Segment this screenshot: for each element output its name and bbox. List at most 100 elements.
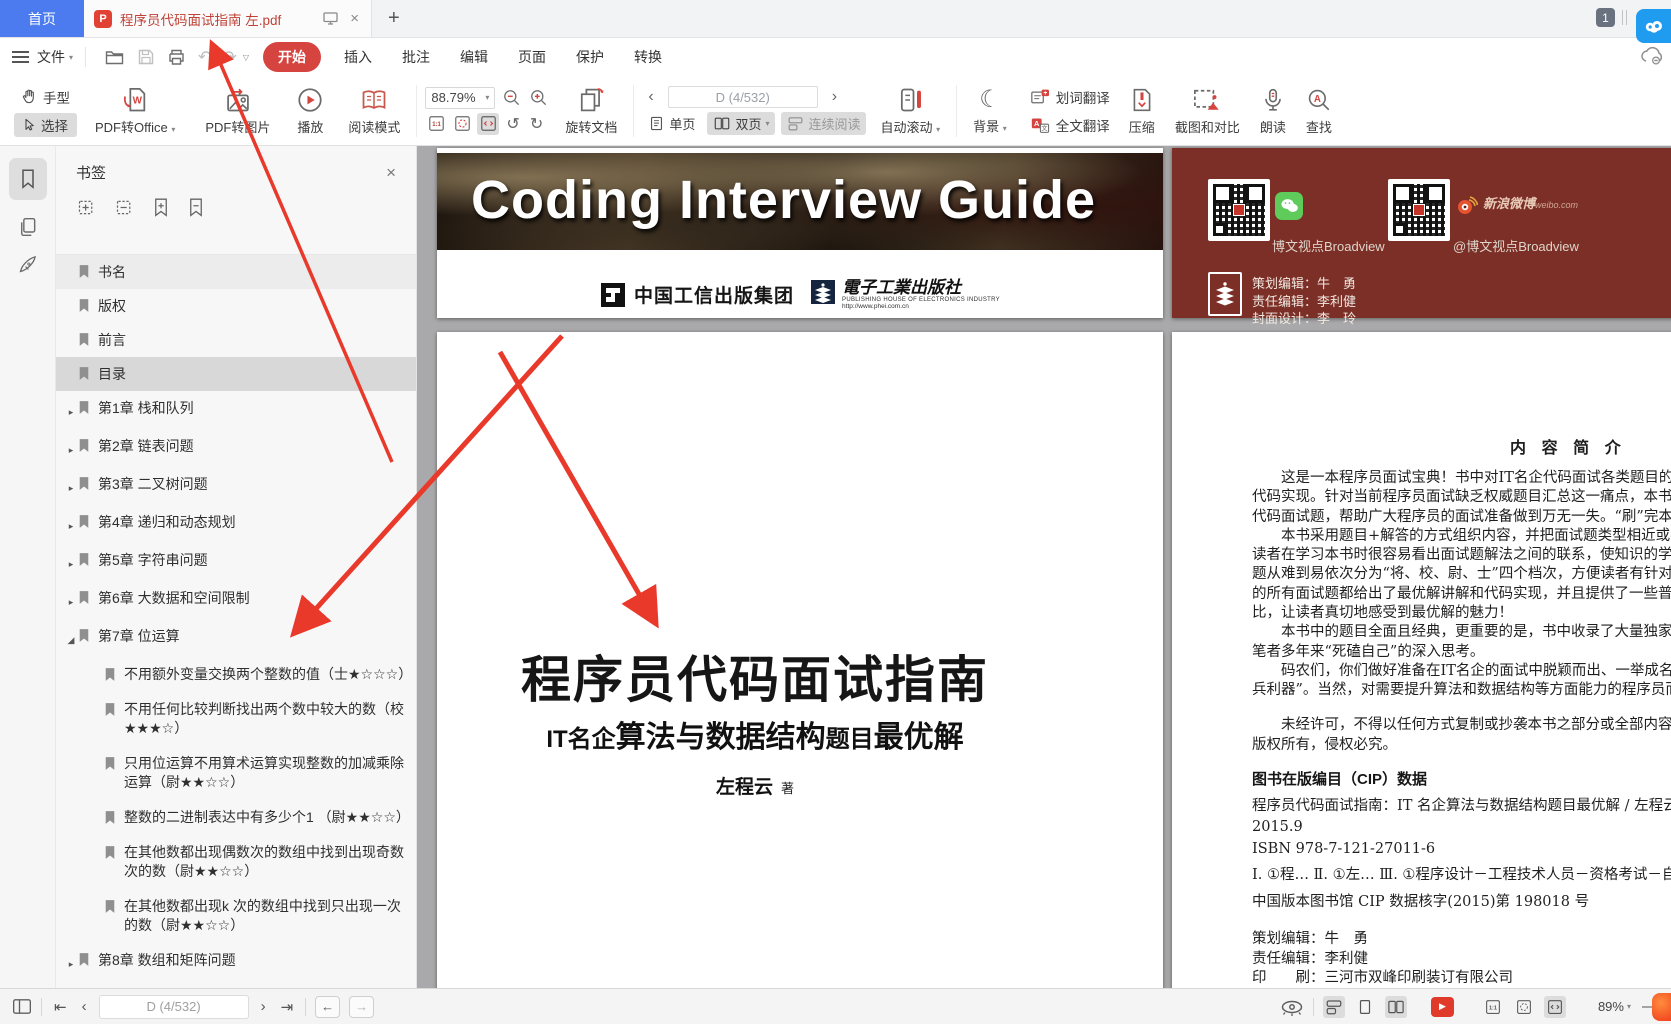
- more-actions-icon[interactable]: ▽: [243, 53, 249, 62]
- menu-tab-start[interactable]: 开始: [263, 42, 321, 72]
- bookmark-item[interactable]: 目录: [56, 357, 416, 391]
- close-panel-icon[interactable]: ×: [386, 163, 396, 183]
- redo-icon[interactable]: ↷: [223, 47, 236, 67]
- compress-button[interactable]: 压缩: [1121, 84, 1163, 138]
- pdf-to-image-button[interactable]: PDF转图片: [197, 84, 278, 138]
- rotate-left-icon[interactable]: ↺: [503, 114, 522, 134]
- bookmark-item[interactable]: 整数的二进制表达中有多少个1 （尉★★☆☆）: [56, 800, 416, 835]
- bookmark-item[interactable]: ▸第8章 数组和矩阵问题: [56, 943, 416, 981]
- bookmark-item[interactable]: ▸第4章 递归和动态规划: [56, 505, 416, 543]
- remove-bookmark-icon[interactable]: [187, 197, 205, 218]
- actual-size-icon[interactable]: 1:1: [1482, 996, 1504, 1018]
- read-aloud-button[interactable]: 朗读: [1252, 84, 1294, 138]
- actual-size-icon[interactable]: 1:1: [425, 113, 447, 135]
- file-menu[interactable]: 文件: [37, 47, 65, 67]
- word-translate-button[interactable]: 划词翻译: [1023, 85, 1117, 109]
- bookmark-item[interactable]: ▸第1章 栈和队列: [56, 391, 416, 429]
- select-tool-button[interactable]: 选择: [14, 113, 77, 137]
- expand-arrow-icon[interactable]: ▸: [64, 512, 78, 536]
- new-tab-button[interactable]: +: [372, 0, 416, 37]
- auto-scroll-button[interactable]: 自动滚动 ▾: [872, 84, 948, 138]
- cloud-sync-icon[interactable]: [1639, 46, 1665, 66]
- menu-tab-protect[interactable]: 保护: [561, 42, 619, 72]
- fit-page-icon[interactable]: [451, 113, 473, 135]
- next-page-icon[interactable]: ›: [826, 88, 843, 106]
- bookmark-item[interactable]: 在其他数都出现偶数次的数组中找到出现奇数次的数（尉★★☆☆）: [56, 835, 416, 889]
- zoom-level[interactable]: 89%▾: [1598, 999, 1631, 1014]
- hamburger-menu-icon[interactable]: [12, 51, 29, 63]
- expand-all-icon[interactable]: [76, 197, 97, 218]
- expand-arrow-icon[interactable]: ▸: [64, 588, 78, 612]
- expand-arrow-icon[interactable]: ▸: [64, 398, 78, 422]
- menu-tab-comment[interactable]: 批注: [387, 42, 445, 72]
- double-page-layout-icon[interactable]: [1385, 996, 1407, 1018]
- page-number-input[interactable]: D (4/532): [99, 995, 249, 1019]
- pdf-to-office-button[interactable]: W PDF转Office ▾: [87, 84, 183, 138]
- view-back-icon[interactable]: ←: [315, 996, 340, 1018]
- expand-arrow-icon[interactable]: ▸: [64, 474, 78, 498]
- single-page-button[interactable]: 单页: [642, 112, 701, 135]
- double-page-button[interactable]: 双页 ▾: [707, 112, 775, 135]
- document-tab[interactable]: P 程序员代码面试指南 左.pdf ×: [84, 0, 372, 37]
- continuous-layout-icon[interactable]: [1323, 996, 1345, 1018]
- fit-width-icon[interactable]: [1544, 996, 1566, 1018]
- bookmark-item[interactable]: 不用任何比较判断找出两个数中较大的数（校★★★☆）: [56, 692, 416, 746]
- document-view[interactable]: Coding Interview Guide 中国工信出版集团 電子工業出版社 …: [417, 146, 1671, 988]
- expand-arrow-icon[interactable]: ▸: [64, 950, 78, 974]
- menu-tab-insert[interactable]: 插入: [329, 42, 387, 72]
- next-page-icon[interactable]: ›: [258, 998, 269, 1015]
- rotate-document-button[interactable]: 旋转文档: [557, 84, 625, 138]
- print-icon[interactable]: [168, 49, 185, 65]
- collapse-all-icon[interactable]: [114, 197, 135, 218]
- menu-tab-page[interactable]: 页面: [503, 42, 561, 72]
- bookmark-item[interactable]: ▸第3章 二叉树问题: [56, 467, 416, 505]
- previous-page-icon[interactable]: ‹: [642, 88, 659, 106]
- menu-tab-edit[interactable]: 编辑: [445, 42, 503, 72]
- cloud-drive-app-icon[interactable]: [1636, 9, 1671, 43]
- background-button[interactable]: ☾ 背景 ▾: [965, 85, 1015, 137]
- undo-icon[interactable]: ↶: [198, 47, 211, 67]
- menu-tab-convert[interactable]: 转换: [619, 42, 677, 72]
- fit-page-icon[interactable]: [1513, 996, 1535, 1018]
- toggle-panel-icon[interactable]: [12, 998, 32, 1015]
- bookmark-item[interactable]: ▸第6章 大数据和空间限制: [56, 581, 416, 619]
- screenshot-compare-button[interactable]: 截图和对比: [1167, 84, 1248, 138]
- fit-width-icon[interactable]: [477, 113, 499, 135]
- save-icon[interactable]: [138, 49, 154, 65]
- zoom-input[interactable]: 88.79% ▾: [425, 87, 495, 109]
- last-page-icon[interactable]: ⇥: [278, 998, 297, 1016]
- rotate-right-icon[interactable]: ↻: [527, 114, 546, 134]
- first-page-icon[interactable]: ⇤: [51, 998, 70, 1016]
- home-tab[interactable]: 首页: [0, 0, 84, 37]
- play-mode-button[interactable]: ▶: [1431, 997, 1454, 1017]
- play-button[interactable]: 播放: [288, 84, 332, 138]
- read-mode-button[interactable]: 阅读模式: [340, 84, 408, 138]
- single-page-layout-icon[interactable]: [1354, 996, 1376, 1018]
- bookmark-item[interactable]: 只用位运算不用算术运算实现整数的加减乘除运算（尉★★☆☆）: [56, 746, 416, 800]
- zoom-out-icon[interactable]: [500, 87, 522, 109]
- close-tab-icon[interactable]: ×: [348, 10, 361, 27]
- bookmark-item[interactable]: ◢第7章 位运算: [56, 619, 416, 657]
- bookmark-item[interactable]: ▸第2章 链表问题: [56, 429, 416, 467]
- expand-arrow-icon[interactable]: ▸: [64, 436, 78, 460]
- bookmark-item[interactable]: 书名: [56, 255, 416, 289]
- hand-tool-button[interactable]: 手型: [14, 85, 77, 109]
- expand-arrow-icon[interactable]: ▸: [64, 550, 78, 574]
- bookmark-item[interactable]: 不用额外变量交换两个整数的值（士★☆☆☆）: [56, 657, 416, 692]
- bookmark-item[interactable]: ▸第5章 字符串问题: [56, 543, 416, 581]
- annotation-pen-icon[interactable]: [18, 254, 38, 274]
- add-bookmark-icon[interactable]: [152, 197, 170, 218]
- window-count-badge[interactable]: 1: [1596, 8, 1615, 27]
- full-translate-button[interactable]: A文 全文翻译: [1023, 113, 1117, 137]
- page-number-input[interactable]: D (4/532): [668, 86, 818, 108]
- zoom-in-icon[interactable]: [527, 87, 549, 109]
- continuous-reading-button[interactable]: 连续阅读: [781, 112, 866, 135]
- bookmark-item[interactable]: 前言: [56, 323, 416, 357]
- open-file-icon[interactable]: [105, 49, 124, 65]
- find-button[interactable]: A 查找: [1298, 84, 1340, 138]
- collapse-arrow-icon[interactable]: ◢: [64, 626, 78, 650]
- zoom-slider-handle[interactable]: [1652, 993, 1671, 1021]
- previous-page-icon[interactable]: ‹: [79, 998, 90, 1015]
- present-to-screen-icon[interactable]: [321, 12, 340, 25]
- bookmark-item[interactable]: 版权: [56, 289, 416, 323]
